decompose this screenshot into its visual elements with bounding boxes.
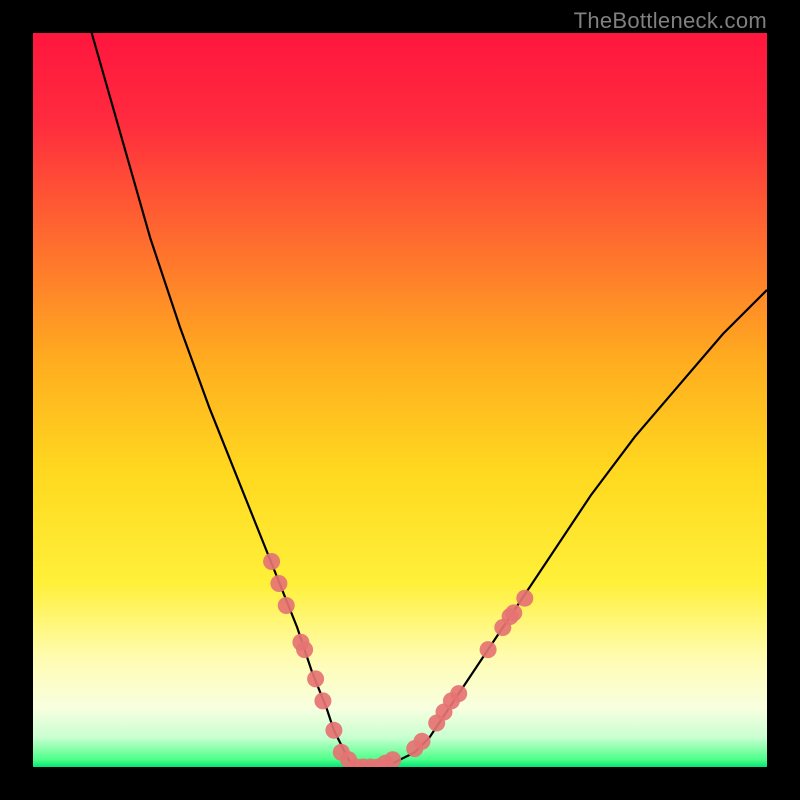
watermark-text: TheBottleneck.com bbox=[574, 8, 767, 34]
chart-svg bbox=[33, 33, 767, 767]
chart-container: TheBottleneck.com bbox=[0, 0, 800, 800]
plot-area bbox=[33, 33, 767, 767]
gradient-background bbox=[33, 33, 767, 767]
